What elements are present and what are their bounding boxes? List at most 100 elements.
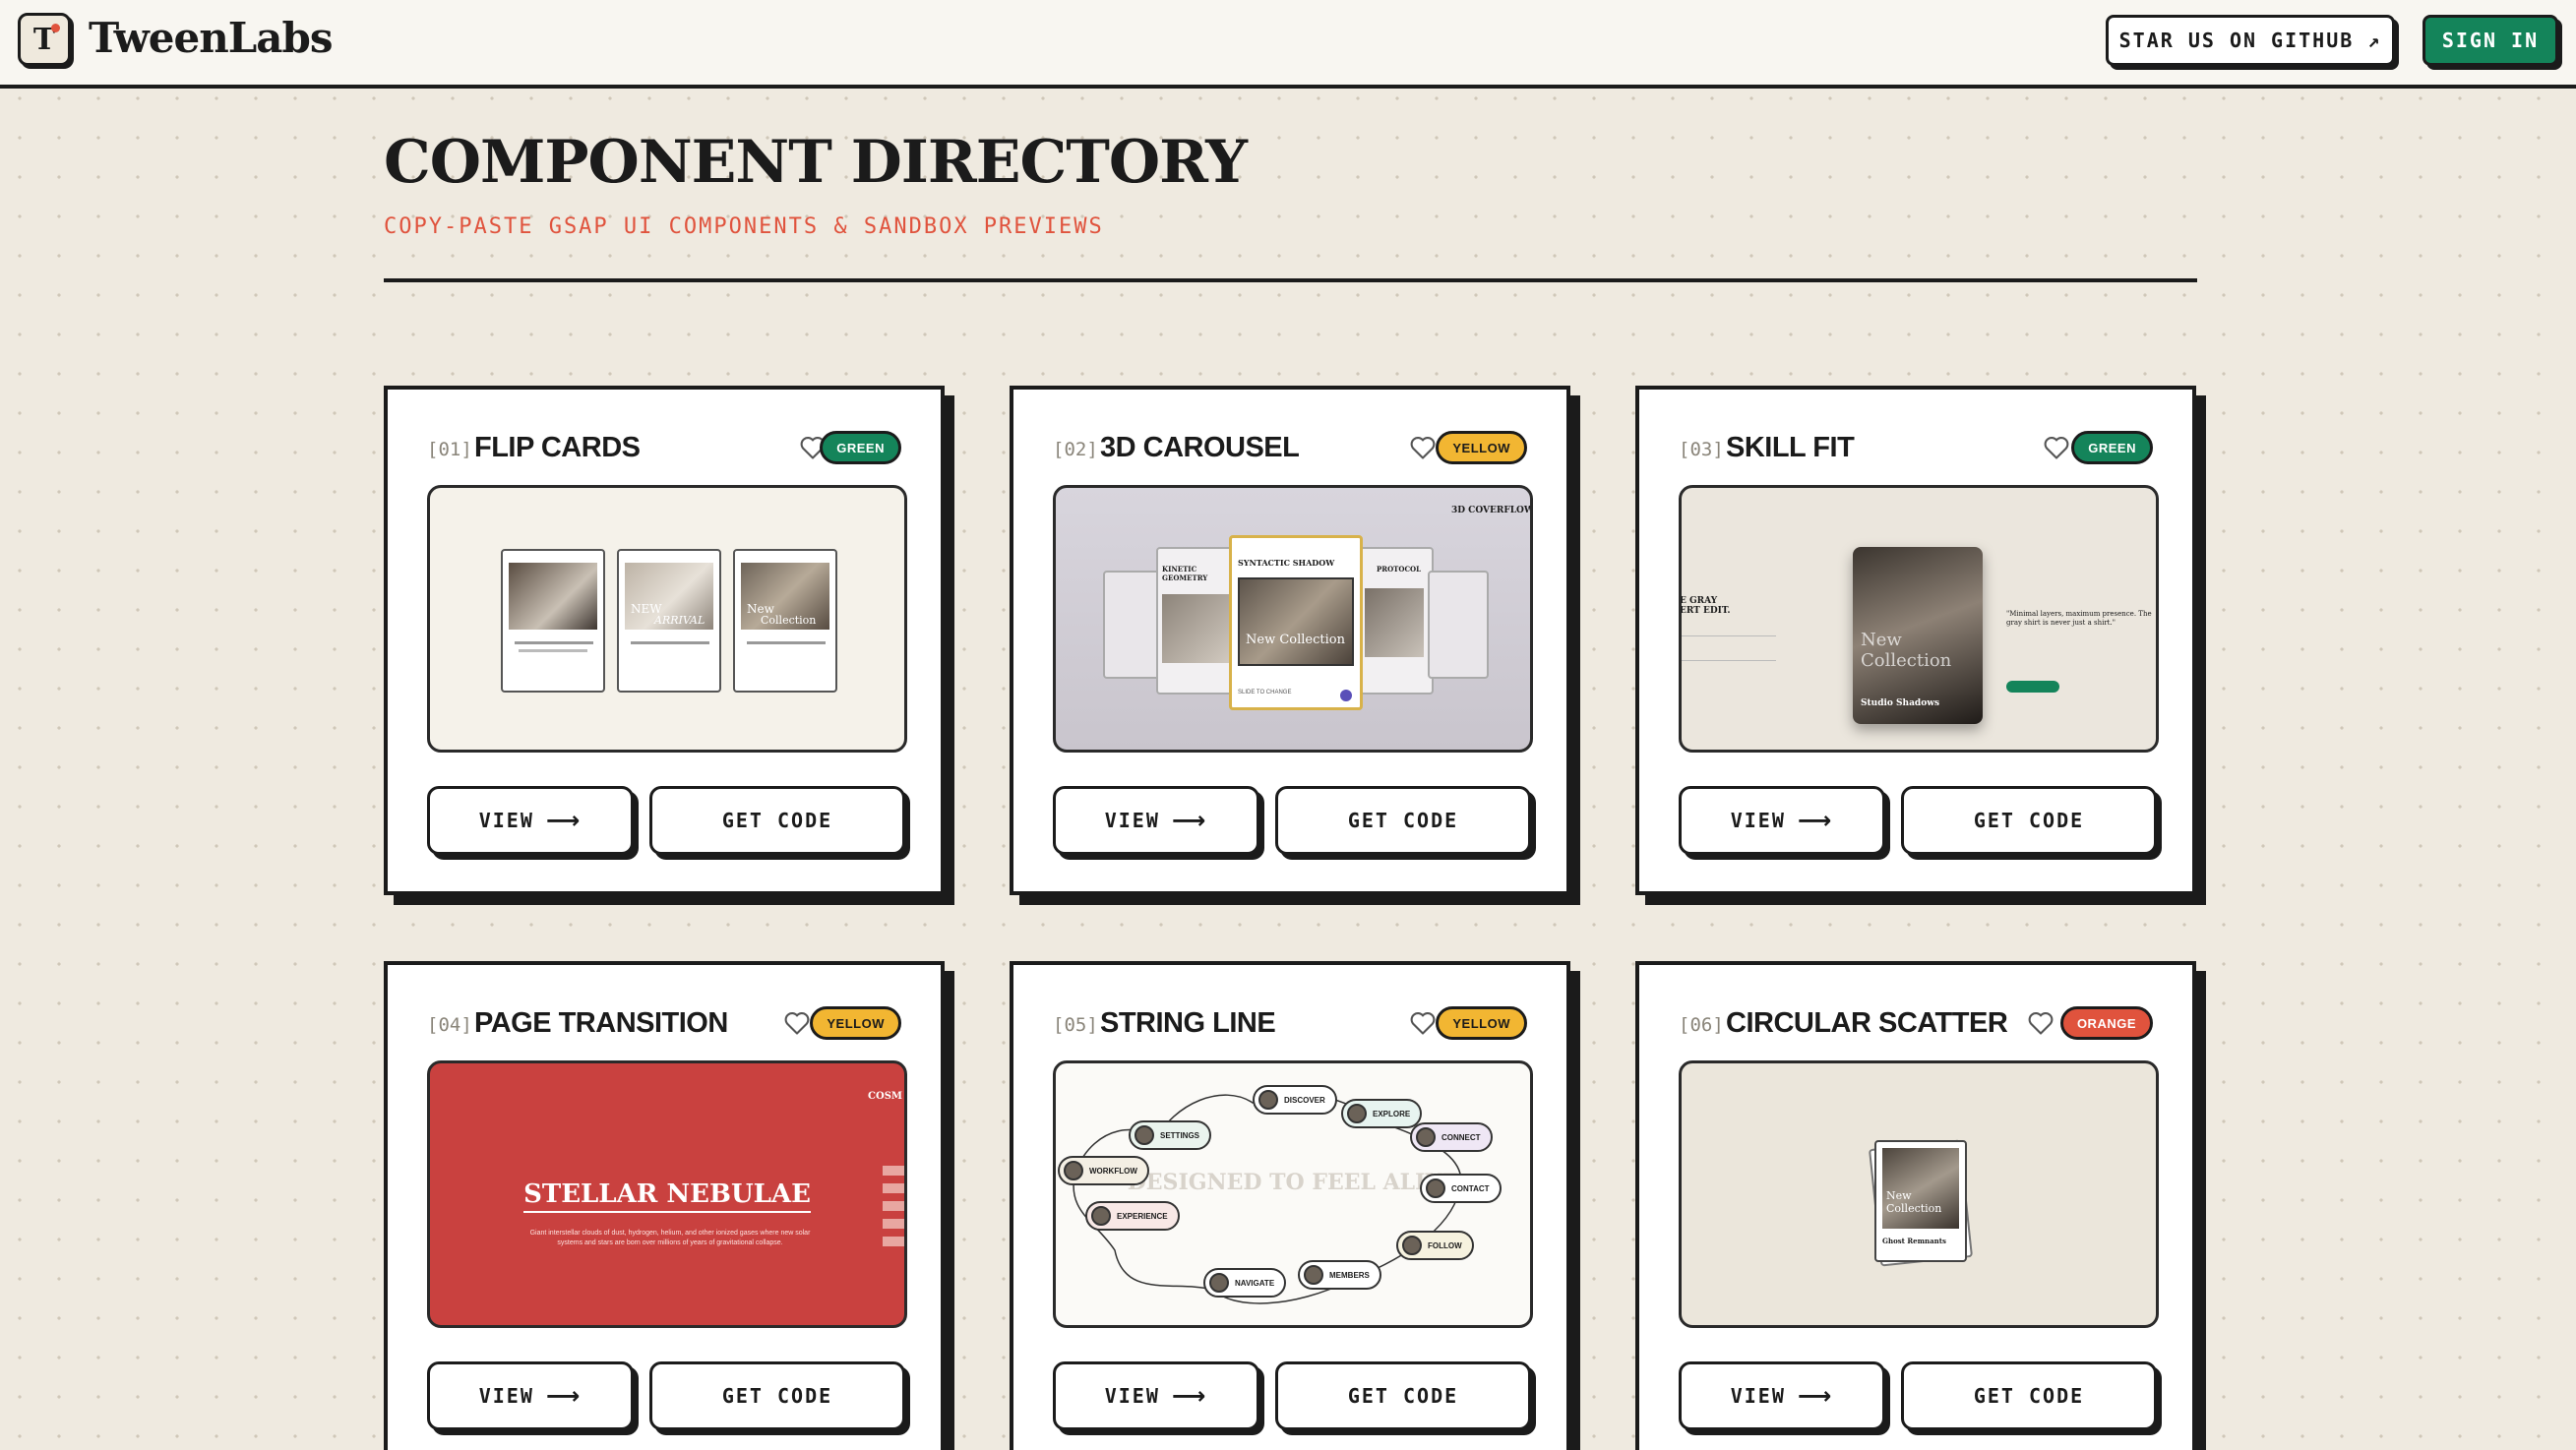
carousel-slide: PROTOCOL	[1355, 547, 1434, 695]
view-label: VIEW	[1104, 1384, 1160, 1408]
card-index: [06]	[1679, 1014, 1724, 1036]
string-node: FOLLOW	[1396, 1231, 1474, 1260]
title-divider	[384, 278, 2197, 282]
card-title: CIRCULAR SCATTER	[1726, 1007, 2008, 1039]
slide-hint: SLIDE TO CHANGE	[1238, 690, 1292, 695]
card-index: [03]	[1679, 439, 1724, 460]
get-code-button[interactable]: GET CODE	[1275, 786, 1531, 855]
string-node: DISCOVER	[1253, 1085, 1337, 1115]
status-badge: GREEN	[820, 431, 901, 464]
slide-art-label: New Collection	[1246, 633, 1345, 647]
card-index: [05]	[1053, 1014, 1098, 1036]
preview-page-transition[interactable]: COSM STELLAR NEBULAE Giant interstellar …	[427, 1060, 907, 1328]
preview-heading: E GRAY ERT EDIT.	[1680, 596, 1731, 616]
card-index: [02]	[1053, 439, 1098, 460]
view-button[interactable]: VIEW ⟶	[427, 786, 634, 855]
arrow-right-icon: ⟶	[1171, 1382, 1208, 1410]
preview-flip-cards[interactable]: NEW ARRIVAL New Collection	[427, 485, 907, 753]
arrow-right-icon: ⟶	[1797, 807, 1834, 834]
view-button[interactable]: VIEW ⟶	[427, 1361, 634, 1430]
brand-name[interactable]: TweenLabs	[89, 14, 334, 62]
preview-art-label: ARRIVAL	[654, 614, 705, 627]
preview-headline: STELLAR NEBULAE	[523, 1179, 811, 1213]
card-title: STRING LINE	[1100, 1007, 1276, 1039]
node-label: EXPERIENCE	[1117, 1211, 1168, 1221]
preview-mini-card: New Collection	[733, 549, 837, 693]
node-label: WORKFLOW	[1089, 1166, 1137, 1176]
status-badge: ORANGE	[2059, 1006, 2153, 1040]
component-card-flip-cards: [01] FLIP CARDS GREEN NEW ARRIVAL New Co…	[384, 386, 945, 895]
string-node: WORKFLOW	[1058, 1156, 1149, 1185]
component-card-page-transition: [04] PAGE TRANSITION YELLOW COSM STELLAR…	[384, 961, 945, 1450]
node-label: SETTINGS	[1160, 1130, 1200, 1140]
preview-mini-card: NEW ARRIVAL	[617, 549, 721, 693]
status-badge: YELLOW	[1436, 431, 1527, 464]
get-code-button[interactable]: GET CODE	[1275, 1361, 1531, 1430]
arrow-right-icon: ⟶	[545, 1382, 583, 1410]
view-label: VIEW	[1730, 809, 1786, 832]
page-title: COMPONENT DIRECTORY	[384, 128, 1248, 197]
slide-title: PROTOCOL	[1377, 565, 1422, 574]
get-code-button[interactable]: GET CODE	[1901, 1361, 2157, 1430]
card-index: [01]	[427, 439, 472, 460]
page-subtitle: COPY-PASTE GSAP UI COMPONENTS & SANDBOX …	[384, 214, 1104, 239]
preview-mini-card	[501, 549, 605, 693]
string-node: MEMBERS	[1298, 1260, 1381, 1290]
preview-featured-card: New Collection Studio Shadows	[1853, 547, 1983, 724]
sign-in-button[interactable]: SIGN IN	[2423, 15, 2558, 66]
string-node: SETTINGS	[1129, 1120, 1212, 1150]
slide-dot-icon	[1340, 690, 1352, 701]
star-github-button[interactable]: STAR US ON GITHUB ↗	[2106, 15, 2395, 66]
view-label: VIEW	[1104, 809, 1160, 832]
card-index: [04]	[427, 1014, 472, 1036]
preview-corner-label: 3D COVERFLOW	[1450, 506, 1533, 515]
favorite-heart-icon[interactable]	[2043, 434, 2070, 461]
component-card-3d-carousel: [02] 3D CAROUSEL YELLOW 3D COVERFLOW KIN…	[1010, 386, 1570, 895]
preview-3d-carousel[interactable]: 3D COVERFLOW KINETIC GEOMETRY SYNTACTIC …	[1053, 485, 1533, 753]
preview-art-label: New Collection	[1861, 630, 1952, 671]
scatter-card-front: New Collection Ghost Remnants	[1874, 1140, 1967, 1262]
string-node: CONTACT	[1420, 1174, 1502, 1203]
view-button[interactable]: VIEW ⟶	[1679, 786, 1885, 855]
card-title: 3D CAROUSEL	[1100, 432, 1300, 463]
get-code-button[interactable]: GET CODE	[649, 786, 905, 855]
status-badge: GREEN	[2071, 431, 2153, 464]
favorite-heart-icon[interactable]	[1409, 1009, 1437, 1037]
view-button[interactable]: VIEW ⟶	[1679, 1361, 1885, 1430]
preview-corner-label: COSM	[868, 1091, 902, 1102]
carousel-active-slide: SYNTACTIC SHADOW New Collection SLIDE TO…	[1229, 535, 1363, 710]
get-code-button[interactable]: GET CODE	[649, 1361, 905, 1430]
string-node: EXPERIENCE	[1085, 1201, 1180, 1231]
logo-icon[interactable]: T	[18, 13, 71, 66]
string-node: CONNECT	[1410, 1122, 1493, 1152]
preview-quote: "Minimal layers, maximum presence. The g…	[2006, 610, 2152, 627]
preview-card-title: Studio Shadows	[1861, 698, 1940, 708]
top-navigation-bar: T TweenLabs STAR US ON GITHUB ↗ SIGN IN	[0, 0, 2576, 89]
carousel-slide: KINETIC GEOMETRY	[1156, 547, 1235, 695]
preview-circular-scatter[interactable]: New Collection Ghost Remnants	[1679, 1060, 2159, 1328]
favorite-heart-icon[interactable]	[1409, 434, 1437, 461]
view-label: VIEW	[1730, 1384, 1786, 1408]
get-code-button[interactable]: GET CODE	[1901, 786, 2157, 855]
carousel-slide	[1103, 571, 1164, 679]
node-label: MEMBERS	[1329, 1270, 1370, 1280]
card-title: PAGE TRANSITION	[474, 1007, 728, 1039]
preview-skill-fit[interactable]: E GRAY ERT EDIT. New Collection Studio S…	[1679, 485, 2159, 753]
logo-dot	[51, 24, 60, 32]
string-node: NAVIGATE	[1203, 1268, 1287, 1298]
preview-body: Giant interstellar clouds of dust, hydro…	[529, 1230, 811, 1246]
carousel-slide	[1428, 571, 1489, 679]
favorite-heart-icon[interactable]	[783, 1009, 811, 1037]
view-button[interactable]: VIEW ⟶	[1053, 1361, 1259, 1430]
view-label: VIEW	[478, 809, 534, 832]
preview-art-label: New Collection	[1886, 1189, 1942, 1215]
slide-title: SYNTACTIC SHADOW	[1238, 558, 1335, 568]
preview-string-line[interactable]: DESIGNED TO FEEL ALIVE DISCOVER EXPLORE …	[1053, 1060, 1533, 1328]
status-badge: YELLOW	[810, 1006, 901, 1040]
view-button[interactable]: VIEW ⟶	[1053, 786, 1259, 855]
arrow-right-icon: ⟶	[545, 807, 583, 834]
string-node: EXPLORE	[1341, 1099, 1423, 1128]
favorite-heart-icon[interactable]	[2027, 1009, 2055, 1037]
card-title: FLIP CARDS	[474, 432, 641, 463]
node-label: EXPLORE	[1373, 1109, 1411, 1118]
